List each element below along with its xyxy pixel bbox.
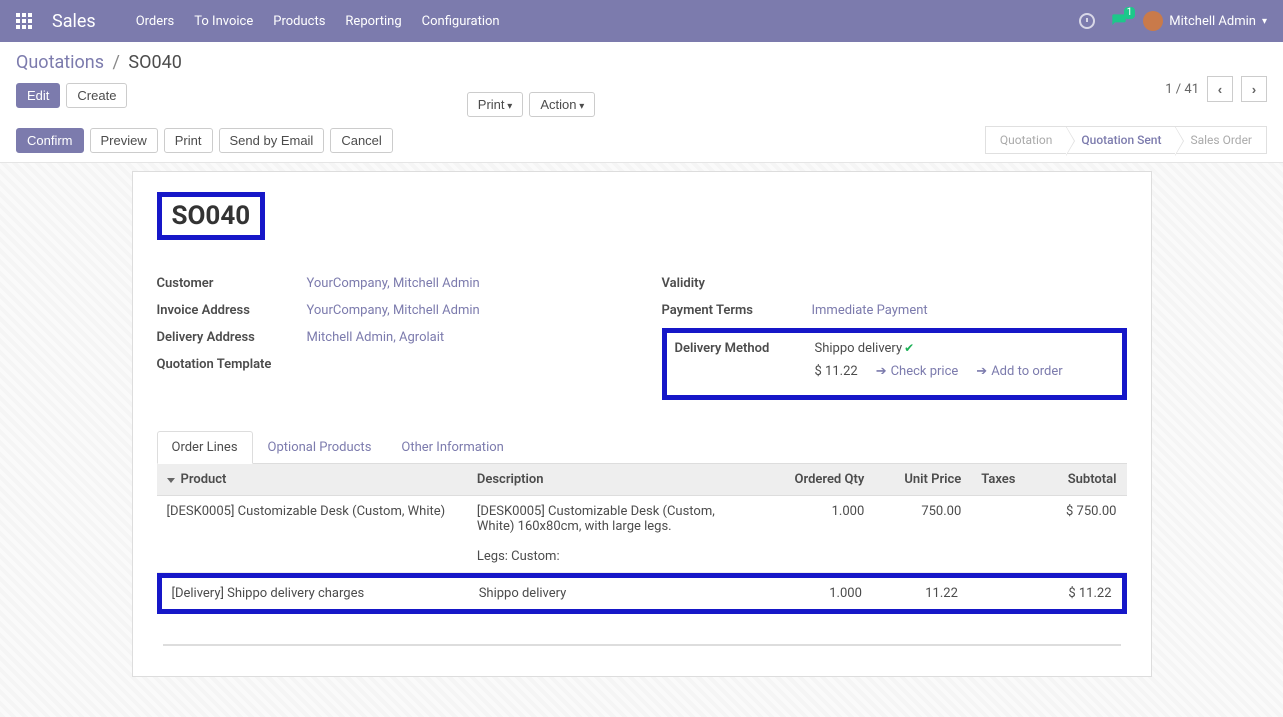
nav-products[interactable]: Products <box>273 14 325 29</box>
chevron-down-icon <box>167 478 175 483</box>
pager-text: 1 / 41 <box>1165 82 1199 97</box>
app-brand[interactable]: Sales <box>52 11 96 32</box>
form-right-column: Validity Payment Terms Immediate Payment… <box>662 270 1127 400</box>
cell-taxes <box>971 496 1029 573</box>
cell-unit-price: 750.00 <box>874 496 971 573</box>
print-button[interactable]: Print <box>164 128 213 153</box>
cell-product: [Delivery] Shippo delivery charges <box>162 578 469 609</box>
status-bar: Quotation Quotation Sent Sales Order <box>986 126 1267 154</box>
form-left-column: Customer YourCompany, Mitchell Admin Inv… <box>157 270 622 400</box>
delivery-price: $ 11.22 <box>815 364 858 379</box>
chat-icon[interactable]: 1 <box>1111 13 1127 29</box>
form-sheet: SO040 Customer YourCompany, Mitchell Adm… <box>132 171 1152 677</box>
table-row[interactable]: [Delivery] Shippo delivery charges Shipp… <box>162 578 1122 609</box>
col-description[interactable]: Description <box>467 464 758 496</box>
status-quotation[interactable]: Quotation <box>985 126 1067 154</box>
preview-button[interactable]: Preview <box>90 128 158 153</box>
check-price-link[interactable]: ➔ Check price <box>876 364 959 379</box>
breadcrumb-current: SO040 <box>128 52 181 73</box>
order-lines-table: Product Description Ordered Qty Unit Pri… <box>157 464 1127 573</box>
col-taxes[interactable]: Taxes <box>971 464 1029 496</box>
delivery-address-value[interactable]: Mitchell Admin, Agrolait <box>307 330 622 345</box>
notebook-tabs: Order Lines Optional Products Other Info… <box>157 430 1127 464</box>
status-sales-order[interactable]: Sales Order <box>1175 126 1267 154</box>
action-dropdown[interactable]: Action <box>529 92 595 117</box>
delivery-method-value[interactable]: Shippo delivery <box>815 341 903 356</box>
status-quotation-sent[interactable]: Quotation Sent <box>1066 126 1176 154</box>
customer-value[interactable]: YourCompany, Mitchell Admin <box>307 276 622 291</box>
nav-configuration[interactable]: Configuration <box>422 14 500 29</box>
nav-orders[interactable]: Orders <box>136 14 175 29</box>
print-dropdown[interactable]: Print <box>467 92 524 117</box>
payment-terms-value[interactable]: Immediate Payment <box>812 303 1127 318</box>
confirm-button[interactable]: Confirm <box>16 128 84 153</box>
cell-product: [DESK0005] Customizable Desk (Custom, Wh… <box>157 496 467 573</box>
create-button[interactable]: Create <box>66 83 127 108</box>
send-email-button[interactable]: Send by Email <box>219 128 325 153</box>
breadcrumb: Quotations / SO040 <box>16 52 182 73</box>
invoice-address-value[interactable]: YourCompany, Mitchell Admin <box>307 303 622 318</box>
apps-grid-icon[interactable] <box>16 13 32 29</box>
col-subtotal[interactable]: Subtotal <box>1029 464 1126 496</box>
delivery-line-highlight: [Delivery] Shippo delivery charges Shipp… <box>157 573 1127 614</box>
edit-button[interactable]: Edit <box>16 83 60 108</box>
record-title: SO040 <box>172 201 251 231</box>
avatar <box>1143 11 1163 31</box>
arrow-right-icon: ➔ <box>876 364 887 379</box>
pager-prev-button[interactable]: ‹ <box>1207 76 1233 102</box>
user-name: Mitchell Admin <box>1169 14 1256 29</box>
nav-links: Orders To Invoice Products Reporting Con… <box>136 14 500 29</box>
validity-value <box>812 276 1127 291</box>
record-title-highlight: SO040 <box>157 192 266 240</box>
quotation-template-label: Quotation Template <box>157 357 307 372</box>
action-row: Confirm Preview Print Send by Email Canc… <box>0 118 1283 163</box>
delivery-address-label: Delivery Address <box>157 330 307 345</box>
chat-badge: 1 <box>1124 7 1136 19</box>
quotation-template-value <box>307 357 622 372</box>
nav-reporting[interactable]: Reporting <box>345 14 401 29</box>
col-unit-price[interactable]: Unit Price <box>874 464 971 496</box>
top-navbar: Sales Orders To Invoice Products Reporti… <box>0 0 1283 42</box>
cell-taxes <box>968 578 1026 609</box>
cell-description: [DESK0005] Customizable Desk (Custom, Wh… <box>467 496 758 573</box>
cancel-button[interactable]: Cancel <box>330 128 392 153</box>
arrow-right-icon: ➔ <box>976 364 987 379</box>
footer-divider <box>163 644 1121 646</box>
validity-label: Validity <box>662 276 812 291</box>
col-qty[interactable]: Ordered Qty <box>758 464 874 496</box>
pager-next-button[interactable]: › <box>1241 76 1267 102</box>
cell-qty: 1.000 <box>758 496 874 573</box>
check-icon: ✔ <box>904 341 914 355</box>
add-to-order-link[interactable]: ➔ Add to order <box>976 364 1062 379</box>
tab-order-lines[interactable]: Order Lines <box>157 431 253 464</box>
cell-description: Shippo delivery <box>469 578 757 609</box>
invoice-address-label: Invoice Address <box>157 303 307 318</box>
col-product[interactable]: Product <box>157 464 467 496</box>
payment-terms-label: Payment Terms <box>662 303 812 318</box>
tab-other-information[interactable]: Other Information <box>386 431 518 464</box>
breadcrumb-parent[interactable]: Quotations <box>16 52 104 73</box>
tab-optional-products[interactable]: Optional Products <box>253 431 387 464</box>
delivery-method-highlight: Delivery Method Shippo delivery✔ $ 11.22… <box>662 328 1127 400</box>
cell-unit-price: 11.22 <box>872 578 968 609</box>
nav-to-invoice[interactable]: To Invoice <box>194 14 253 29</box>
chevron-down-icon: ▾ <box>1262 16 1267 27</box>
table-row[interactable]: [DESK0005] Customizable Desk (Custom, Wh… <box>157 496 1127 573</box>
table-header-row: Product Description Ordered Qty Unit Pri… <box>157 464 1127 496</box>
clock-icon[interactable] <box>1079 13 1095 29</box>
user-menu[interactable]: Mitchell Admin ▾ <box>1143 11 1267 31</box>
cell-subtotal: $ 11.22 <box>1025 578 1121 609</box>
cell-qty: 1.000 <box>757 578 872 609</box>
customer-label: Customer <box>157 276 307 291</box>
cell-subtotal: $ 750.00 <box>1029 496 1126 573</box>
delivery-method-label: Delivery Method <box>675 341 815 379</box>
